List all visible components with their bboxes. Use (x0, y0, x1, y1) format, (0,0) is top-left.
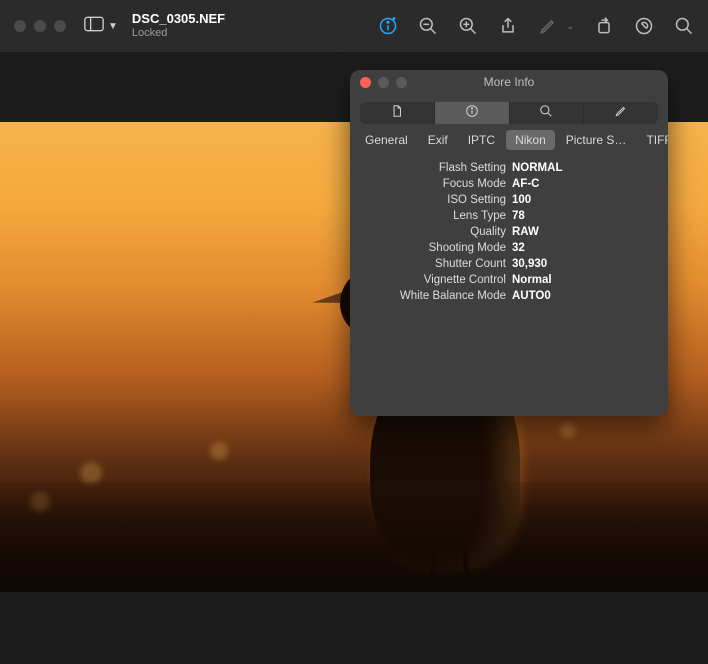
panel-max[interactable] (396, 77, 407, 88)
tab-tiff[interactable]: TIFF (637, 130, 668, 150)
zoom-out-button[interactable] (418, 16, 438, 36)
row-focus-mode: Focus Mode AF-C (362, 176, 656, 192)
row-quality: Quality RAW (362, 224, 656, 240)
file-name: DSC_0305.NEF (132, 12, 225, 27)
label: Flash Setting (362, 162, 512, 174)
tab-exif[interactable]: Exif (419, 130, 457, 150)
value: 100 (512, 194, 531, 206)
value: RAW (512, 226, 539, 238)
highlight-button[interactable] (634, 16, 654, 36)
metadata-list: Flash Setting NORMAL Focus Mode AF-C ISO… (350, 156, 668, 312)
sidebar-toggle-button[interactable]: ▼ (84, 16, 118, 37)
metadata-tabs: General Exif IPTC Nikon Picture S… TIFF (350, 130, 668, 156)
tab-general[interactable]: General (356, 130, 417, 150)
tab-picture-style[interactable]: Picture S… (557, 130, 636, 150)
label: Shooting Mode (362, 242, 512, 254)
row-shooting-mode: Shooting Mode 32 (362, 240, 656, 256)
sidebar-icon (84, 16, 104, 37)
row-shutter-count: Shutter Count 30,930 (362, 256, 656, 272)
label: Quality (362, 226, 512, 238)
file-status: Locked (132, 27, 225, 40)
more-info-panel: More Info (350, 70, 668, 416)
seg-document[interactable] (360, 102, 435, 124)
tab-nikon[interactable]: Nikon (506, 130, 555, 150)
search-button[interactable] (674, 16, 694, 36)
panel-traffic-lights (360, 77, 407, 88)
seg-annotate[interactable] (584, 102, 658, 124)
label: Shutter Count (362, 258, 512, 270)
value: AUTO0 (512, 290, 551, 302)
value: 78 (512, 210, 525, 222)
value: Normal (512, 274, 552, 286)
panel-titlebar[interactable]: More Info (350, 70, 668, 94)
share-button[interactable] (498, 16, 518, 36)
traffic-min[interactable] (34, 20, 46, 32)
seg-search[interactable] (510, 102, 585, 124)
search-icon (539, 104, 553, 123)
bokeh-dot (210, 442, 228, 460)
chevron-down-icon: ▼ (108, 21, 118, 32)
zoom-in-button[interactable] (458, 16, 478, 36)
markup-button[interactable] (538, 16, 558, 36)
row-white-balance-mode: White Balance Mode AUTO0 (362, 288, 656, 304)
value: 32 (512, 242, 525, 254)
row-iso-setting: ISO Setting 100 (362, 192, 656, 208)
panel-min[interactable] (378, 77, 389, 88)
label: White Balance Mode (362, 290, 512, 302)
panel-mode-segment (350, 94, 668, 130)
toolbar-right: ⌄ (378, 0, 694, 52)
title-block: DSC_0305.NEF Locked (132, 12, 225, 40)
seg-info[interactable] (435, 102, 510, 124)
bokeh-dot (560, 422, 576, 438)
row-vignette-control: Vignette Control Normal (362, 272, 656, 288)
value: AF-C (512, 178, 539, 190)
markup-menu-chevron-icon[interactable]: ⌄ (566, 21, 574, 32)
tab-iptc[interactable]: IPTC (459, 130, 504, 150)
value: 30,930 (512, 258, 547, 270)
document-icon (390, 104, 404, 123)
info-button[interactable] (378, 16, 398, 36)
label: Lens Type (362, 210, 512, 222)
row-flash-setting: Flash Setting NORMAL (362, 160, 656, 176)
label: Vignette Control (362, 274, 512, 286)
info-icon (465, 104, 479, 123)
label: Focus Mode (362, 178, 512, 190)
label: ISO Setting (362, 194, 512, 206)
main-toolbar: ▼ DSC_0305.NEF Locked (0, 0, 708, 52)
pencil-icon (614, 104, 628, 123)
traffic-max[interactable] (54, 20, 66, 32)
ground-shadow (0, 482, 708, 592)
row-lens-type: Lens Type 78 (362, 208, 656, 224)
panel-close[interactable] (360, 77, 371, 88)
bokeh-dot (80, 462, 102, 484)
window-traffic-lights (14, 20, 66, 32)
traffic-close[interactable] (14, 20, 26, 32)
value: NORMAL (512, 162, 562, 174)
rotate-button[interactable] (594, 16, 614, 36)
